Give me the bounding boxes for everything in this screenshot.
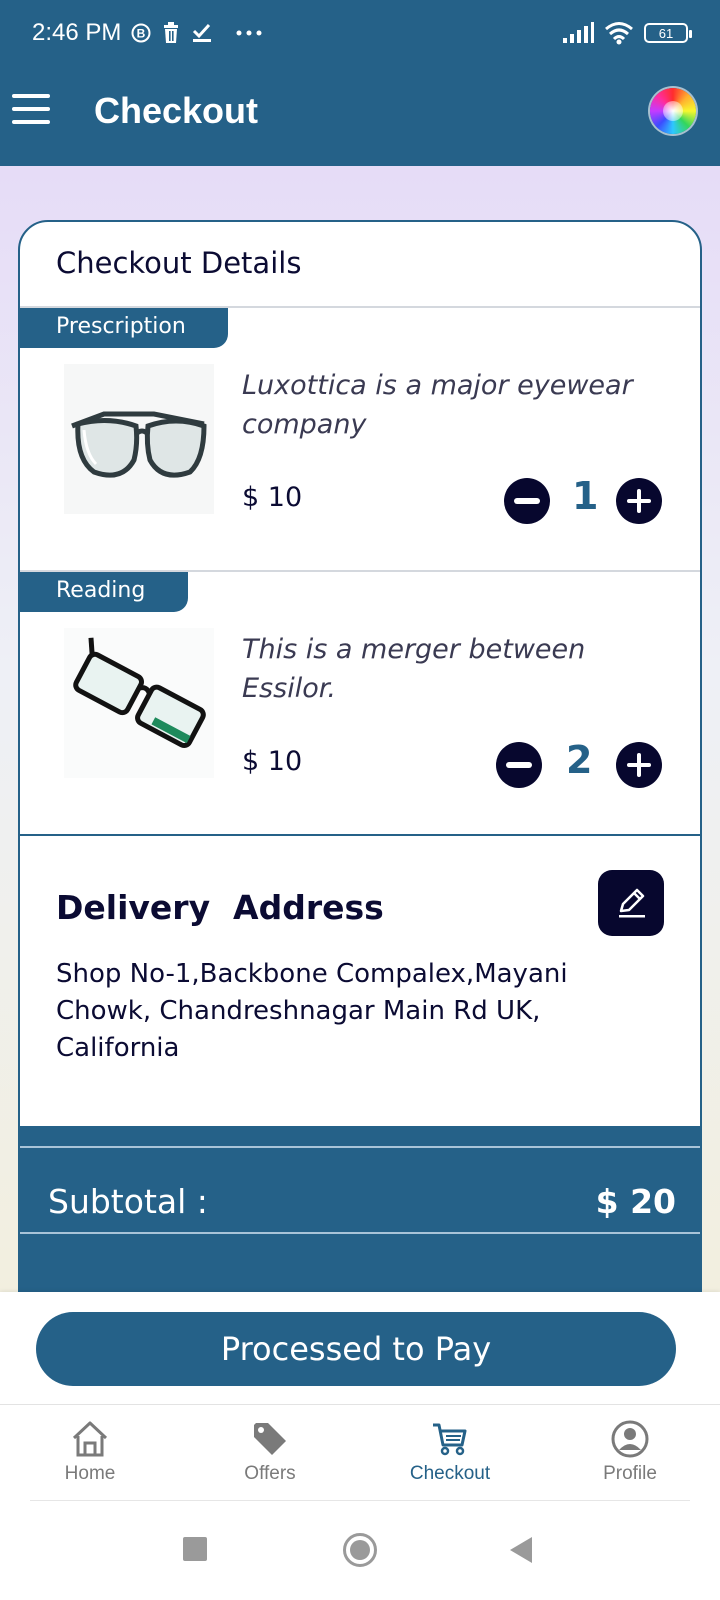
back-button[interactable] <box>508 1536 534 1568</box>
proceed-to-pay-button[interactable]: Processed to Pay <box>36 1312 676 1386</box>
check-icon <box>191 23 213 43</box>
page-title: Checkout <box>94 90 259 131</box>
order-summary: Subtotal : $ 20 <box>20 1126 700 1290</box>
nav-item-offers[interactable]: Offers <box>200 1415 340 1501</box>
home-button[interactable] <box>342 1532 378 1572</box>
delivery-address-text: Shop No-1,Backbone Compalex,Mayani Chowk… <box>56 959 568 1063</box>
minus-icon <box>514 498 540 504</box>
tag-icon <box>200 1415 340 1463</box>
b-circle-icon: B <box>131 23 151 43</box>
nav-label-home: Home <box>64 1463 116 1484</box>
subtotal-label: Subtotal : <box>48 1182 208 1221</box>
bottom-nav: Home Offers Checkout Profile <box>0 1404 720 1504</box>
profile-icon <box>560 1415 700 1463</box>
cart-icon <box>380 1415 520 1463</box>
divider <box>30 1500 690 1501</box>
wifi-icon <box>604 21 634 45</box>
plus-icon <box>627 489 651 513</box>
decrease-quantity-button[interactable] <box>496 742 542 788</box>
nav-label-profile: Profile <box>603 1463 657 1484</box>
hamburger-menu-icon[interactable] <box>12 94 50 128</box>
cart-item: Prescription Luxottica is a major eyewea… <box>20 308 700 574</box>
battery-icon: 61 <box>644 23 692 43</box>
item-description: Luxottica is a major eyewear company <box>242 370 633 440</box>
nav-item-checkout[interactable]: Checkout <box>380 1415 520 1501</box>
pay-bar: Processed to Pay <box>0 1292 720 1404</box>
recents-button[interactable] <box>182 1536 208 1566</box>
cart-item: Reading This is a merger between Essilor… <box>20 572 700 838</box>
nav-label-checkout: Checkout <box>409 1463 491 1484</box>
edit-address-button[interactable] <box>598 870 664 936</box>
increase-quantity-button[interactable] <box>616 742 662 788</box>
nav-item-profile[interactable]: Profile <box>560 1415 700 1501</box>
more-dots-icon <box>235 29 263 37</box>
increase-quantity-button[interactable] <box>616 478 662 524</box>
checkout-card: Checkout Details Prescription Luxottica … <box>18 220 702 1292</box>
checkout-details-title: Checkout Details <box>56 246 302 280</box>
nav-item-home[interactable]: Home <box>20 1415 160 1501</box>
color-wheel-icon[interactable] <box>650 88 696 134</box>
item-quantity: 2 <box>566 738 593 782</box>
svg-text:B: B <box>137 27 146 41</box>
item-price: $ 10 <box>242 482 303 513</box>
glasses-image <box>64 628 214 778</box>
minus-icon <box>506 762 532 768</box>
divider <box>20 834 700 836</box>
divider <box>20 1146 700 1148</box>
item-description: This is a merger between Essilor. <box>242 634 586 704</box>
delivery-address-title: Delivery Address <box>56 888 384 927</box>
plus-icon <box>627 753 651 777</box>
item-price: $ 10 <box>242 746 303 777</box>
home-icon <box>20 1415 160 1463</box>
divider <box>20 1232 700 1234</box>
pencil-icon <box>619 888 645 918</box>
status-time: 2:46 PM <box>32 19 122 46</box>
decrease-quantity-button[interactable] <box>504 478 550 524</box>
trash-icon <box>161 22 181 44</box>
app-bar: Checkout <box>0 66 720 166</box>
status-bar: 2:46 PM B 61 <box>0 0 720 66</box>
glasses-image <box>64 364 214 514</box>
battery-level: 61 <box>658 25 674 41</box>
signal-icon <box>562 22 594 44</box>
system-nav <box>0 1504 720 1600</box>
item-category-tag: Reading <box>20 572 188 612</box>
item-category-tag: Prescription <box>20 308 228 348</box>
item-quantity: 1 <box>572 474 599 518</box>
subtotal-value: $ 20 <box>595 1182 676 1221</box>
nav-label-offers: Offers <box>244 1463 296 1484</box>
